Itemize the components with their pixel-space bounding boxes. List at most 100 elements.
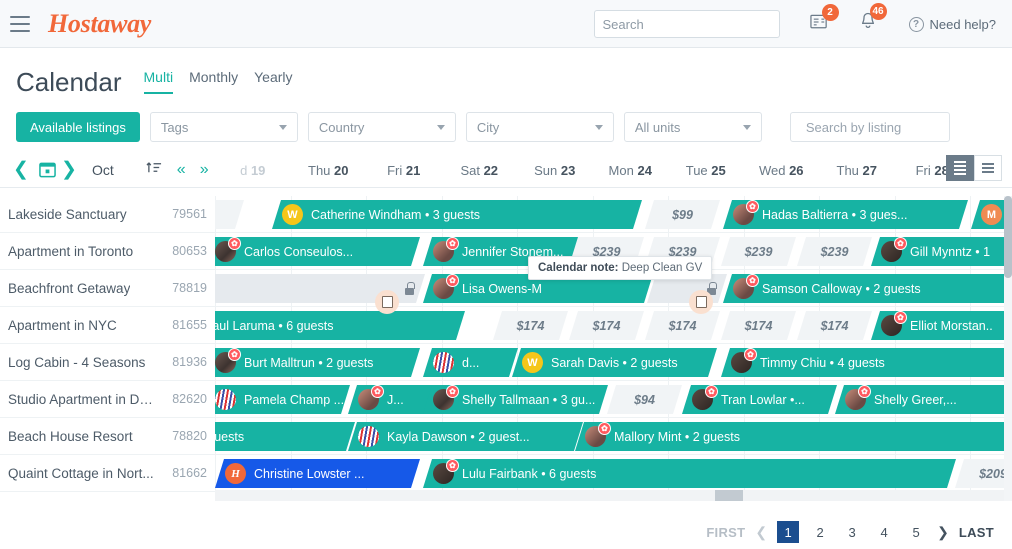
listing-name[interactable]: Log Cabin - 4 Seasons — [8, 355, 145, 370]
date-header-cell: Sun 23 — [517, 163, 593, 178]
pagination-last[interactable]: LAST — [959, 525, 994, 540]
horizontal-scroll-thumb[interactable] — [715, 490, 743, 501]
listing-row[interactable]: Apartment in Toronto 80653 — [0, 233, 215, 270]
expanded-view-button[interactable] — [974, 155, 1002, 181]
reservation-label: Christine Lowster ... — [254, 466, 365, 481]
reservation-bar[interactable]: Samson Calloway • 2 guests — [723, 274, 1012, 303]
pagination-prev-icon[interactable]: ❮ — [755, 524, 767, 541]
price-cell[interactable]: $174 — [797, 311, 872, 340]
listing-name[interactable]: Apartment in NYC — [8, 318, 117, 333]
reservation-bar[interactable]: Pamela Champ ... — [215, 385, 350, 414]
listing-name[interactable]: Apartment in Toronto — [8, 244, 133, 259]
date-number: 21 — [405, 162, 421, 178]
fast-next-button[interactable]: » — [200, 161, 209, 179]
global-search[interactable] — [593, 10, 780, 38]
notifications-button[interactable]: 46 — [859, 3, 887, 36]
search-input[interactable] — [602, 16, 779, 32]
reservation-bar[interactable]: Paul Laruma • 6 guests — [215, 311, 465, 340]
price-cell[interactable]: $174 — [645, 311, 720, 340]
listing-row[interactable]: Beachfront Getaway 78819 — [0, 270, 215, 307]
price-cell[interactable]: $174 — [493, 311, 568, 340]
tab-multi[interactable]: Multi — [143, 69, 174, 94]
listing-row[interactable]: Lakeside Sanctuary 79561 — [0, 196, 215, 233]
messages-button[interactable]: 2 — [809, 3, 839, 36]
reservation-bar[interactable]: H Christine Lowster ... — [215, 459, 420, 488]
price-cell[interactable]: $99 — [645, 200, 720, 229]
hamburger-menu-icon[interactable] — [10, 15, 30, 32]
guest-avatar: W — [522, 352, 543, 373]
reservation-bar[interactable]: Mallory Mint • 2 guests — [575, 422, 1012, 451]
price-cell[interactable]: $174 — [569, 311, 644, 340]
tab-monthly[interactable]: Monthly — [189, 69, 238, 94]
country-select[interactable]: Country — [307, 112, 456, 142]
pagination-page-1[interactable]: 1 — [777, 521, 800, 543]
reservation-bar[interactable]: Shelly Tallmaan • 3 gu... — [423, 385, 608, 414]
compact-view-button[interactable] — [946, 155, 974, 181]
guest-avatar — [215, 389, 236, 410]
calendar-icon[interactable] — [36, 161, 58, 178]
vertical-scroll-thumb[interactable] — [1004, 196, 1012, 278]
guest-avatar: H — [225, 463, 246, 484]
listing-name[interactable]: Beachfront Getaway — [8, 281, 130, 296]
messages-badge: 2 — [821, 3, 839, 21]
next-period-button[interactable]: ❯ — [58, 158, 80, 181]
listing-row[interactable]: Studio Apartment in Do... 82620 — [0, 381, 215, 418]
calendar-note-icon[interactable] — [375, 290, 399, 314]
city-select[interactable]: City — [465, 112, 614, 142]
reservations-grid[interactable]: 99WCatherine Windham • 3 guests$99Hadas … — [215, 196, 1012, 501]
reservation-bar[interactable]: J... — [348, 385, 433, 414]
date-header-cell: Thu 27 — [819, 163, 895, 178]
price-cell[interactable]: $94 — [607, 385, 682, 414]
price-cell[interactable]: $239 — [721, 237, 796, 266]
reservation-bar[interactable]: Shelly Greer,... — [835, 385, 1012, 414]
fast-prev-button[interactable]: « — [177, 161, 186, 179]
units-select[interactable]: All units — [623, 112, 762, 142]
pagination-page-2[interactable]: 2 — [809, 521, 831, 543]
reservation-bar[interactable]: Tran Lowlar •... — [682, 385, 837, 414]
reservation-bar[interactable]: Carlos Conseulos... — [215, 237, 420, 266]
reservation-bar[interactable]: d... — [423, 348, 518, 377]
hostaway-logo[interactable]: Hostaway — [48, 9, 151, 39]
reservation-bar[interactable]: ks • 2 guests — [215, 422, 355, 451]
search-listing-input[interactable] — [805, 119, 982, 135]
listing-row[interactable]: Log Cabin - 4 Seasons 81936 — [0, 344, 215, 381]
reservation-bar[interactable]: Burt Malltrun • 2 guests — [215, 348, 420, 377]
listing-name[interactable]: Beach House Resort — [8, 429, 133, 444]
reservation-bar[interactable]: W Sarah Davis • 2 guests — [512, 348, 717, 377]
reservation-bar[interactable]: Hadas Baltierra • 3 gues... — [723, 200, 968, 229]
pagination-page-3[interactable]: 3 — [841, 521, 863, 543]
guest-avatar — [358, 426, 379, 447]
reservation-bar[interactable]: Elliot Morstan.. — [871, 311, 1012, 340]
available-listings-button[interactable]: Available listings — [16, 112, 140, 142]
calendar-note-icon[interactable] — [689, 290, 713, 314]
listing-row[interactable]: Quaint Cottage in Nort... 81662 — [0, 455, 215, 492]
listing-name[interactable]: Studio Apartment in Do... — [8, 392, 158, 407]
prev-period-button[interactable]: ❮ — [10, 158, 32, 181]
listing-name[interactable]: Quaint Cottage in Nort... — [8, 466, 154, 481]
date-number: 22 — [483, 162, 499, 178]
price-cell[interactable]: $174 — [721, 311, 796, 340]
reservation-bar[interactable]: W Catherine Windham • 3 guests — [272, 200, 642, 229]
reservation-bar[interactable]: Timmy Chiu • 4 guests — [721, 348, 1012, 377]
calendar-toolbar: ❮ ❯ Oct « » d 19 Thu 20 Fri 21 Sat 22 Sun 23… — [0, 152, 1012, 188]
listing-name[interactable]: Lakeside Sanctuary — [8, 207, 127, 222]
guest-avatar — [845, 389, 866, 410]
price-cell[interactable]: $239 — [797, 237, 872, 266]
reservation-bar[interactable]: Lulu Fairbank • 6 guests — [423, 459, 956, 488]
reservation-bar[interactable]: Kayla Dawson • 2 guest... — [348, 422, 583, 451]
country-select-label: Country — [318, 119, 365, 135]
pagination-next-icon[interactable]: ❯ — [937, 524, 949, 541]
pagination-page-5[interactable]: 5 — [905, 521, 927, 543]
search-by-listing[interactable] — [789, 112, 982, 142]
reservation-bar[interactable]: Gill Mynntz • 1 — [871, 237, 1012, 266]
tab-yearly[interactable]: Yearly — [254, 69, 292, 94]
need-help-button[interactable]: ? Need help? — [908, 16, 996, 32]
horizontal-scrollbar[interactable] — [215, 490, 1004, 501]
sort-ascending-icon[interactable] — [146, 160, 163, 180]
listing-row[interactable]: Beach House Resort 78820 — [0, 418, 215, 455]
pagination-page-4[interactable]: 4 — [873, 521, 895, 543]
pagination-first[interactable]: FIRST — [706, 525, 745, 540]
listing-row[interactable]: Apartment in NYC 81655 — [0, 307, 215, 344]
tags-select[interactable]: Tags — [149, 112, 298, 142]
vertical-scrollbar[interactable] — [1004, 196, 1012, 501]
